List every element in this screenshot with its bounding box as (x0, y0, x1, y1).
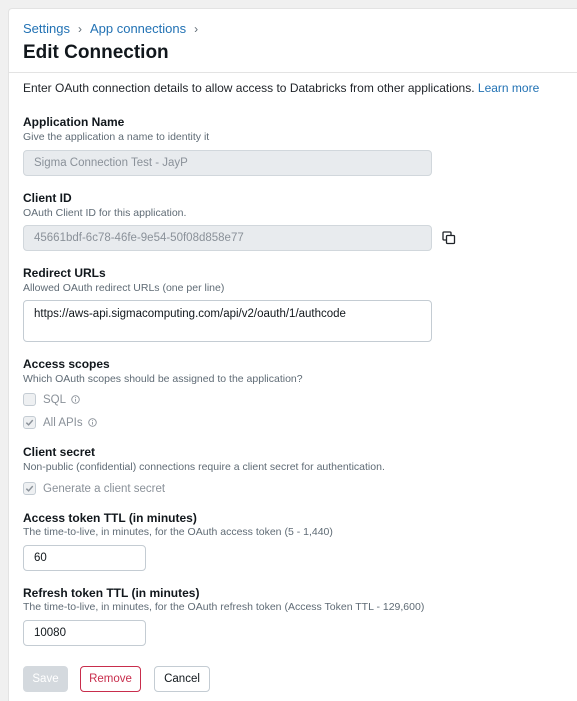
access-ttl-hint: The time-to-live, in minutes, for the OA… (23, 526, 333, 538)
intro-text: Enter OAuth connection details to allow … (23, 81, 539, 95)
scope-sql-option[interactable]: SQL (23, 393, 80, 406)
generate-secret-label: Generate a client secret (43, 482, 166, 495)
check-icon (25, 485, 34, 492)
info-icon (71, 395, 80, 404)
scope-sql-label: SQL (43, 393, 67, 406)
intro-description: Enter OAuth connection details to allow … (23, 81, 475, 95)
scope-all-apis-option[interactable]: All APIs (23, 416, 97, 429)
refresh-ttl-input[interactable] (23, 620, 146, 646)
info-icon (87, 418, 97, 427)
breadcrumb-settings[interactable]: Settings (23, 21, 70, 36)
learn-more-link[interactable]: Learn more (478, 81, 539, 95)
page-title: Edit Connection (23, 42, 169, 63)
breadcrumb-app-connections[interactable]: App connections (90, 21, 186, 36)
breadcrumb: Settings › App connections › (23, 21, 206, 36)
redirect-urls-label: Redirect URLs (23, 266, 106, 280)
app-name-label: Application Name (23, 115, 125, 129)
breadcrumb-separator: › (77, 21, 82, 36)
save-button[interactable]: Save (23, 666, 68, 692)
redirect-urls-hint: Allowed OAuth redirect URLs (one per lin… (23, 282, 225, 294)
access-ttl-label: Access token TTL (in minutes) (23, 511, 197, 525)
app-name-hint: Give the application a name to identity … (23, 131, 210, 143)
client-id-hint: OAuth Client ID for this application. (23, 207, 187, 219)
access-scopes-label: Access scopes (23, 357, 110, 371)
remove-button[interactable]: Remove (80, 666, 141, 692)
scope-all-apis-label: All APIs (43, 416, 83, 429)
access-scopes-hint: Which OAuth scopes should be assigned to… (23, 373, 303, 385)
check-icon (25, 419, 34, 426)
access-ttl-input[interactable] (23, 545, 146, 571)
copy-icon[interactable] (442, 231, 456, 245)
cancel-button[interactable]: Cancel (154, 666, 210, 692)
all-apis-checkbox[interactable] (23, 416, 36, 429)
header-divider (9, 72, 577, 73)
redirect-urls-textarea[interactable]: https://aws-api.sigmacomputing.com/api/v… (23, 300, 432, 342)
client-secret-hint: Non-public (confidential) connections re… (23, 461, 385, 473)
edit-connection-panel: Settings › App connections › Edit Connec… (8, 8, 577, 701)
refresh-ttl-label: Refresh token TTL (in minutes) (23, 586, 200, 600)
generate-secret-option[interactable]: Generate a client secret (23, 482, 165, 495)
sql-checkbox[interactable] (23, 393, 36, 406)
app-name-input[interactable] (23, 150, 432, 176)
client-id-input[interactable] (23, 225, 432, 251)
generate-secret-checkbox[interactable] (23, 482, 36, 495)
refresh-ttl-hint: The time-to-live, in minutes, for the OA… (23, 601, 425, 613)
client-secret-label: Client secret (23, 445, 96, 459)
breadcrumb-separator: › (194, 21, 199, 36)
client-id-label: Client ID (23, 191, 72, 205)
